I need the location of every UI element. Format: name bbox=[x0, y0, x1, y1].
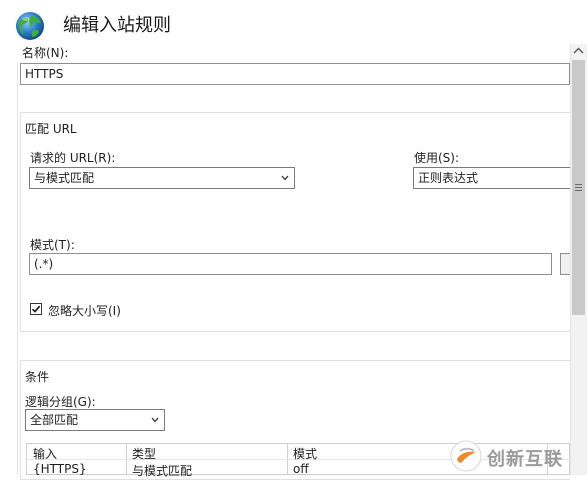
watermark-logo-icon bbox=[450, 440, 482, 472]
test-pattern-button[interactable] bbox=[560, 253, 570, 275]
ignore-case-label: 忽略大小写(I) bbox=[48, 304, 121, 318]
conditions-group-label: 条件 bbox=[25, 370, 50, 384]
scroll-up-arrow-icon[interactable] bbox=[573, 47, 584, 55]
watermark-text: 创新互联 bbox=[487, 449, 563, 470]
globe-icon bbox=[16, 12, 44, 40]
logical-grouping-select[interactable]: 全部匹配 bbox=[25, 409, 165, 431]
using-select[interactable]: 正则表达式 bbox=[413, 167, 570, 189]
name-field[interactable]: HTTPS bbox=[20, 63, 570, 85]
cell-input: {HTTPS} bbox=[33, 462, 87, 476]
match-url-group bbox=[20, 112, 570, 332]
match-url-group-label: 匹配 URL bbox=[25, 122, 77, 136]
pattern-label: 模式(T): bbox=[30, 238, 75, 252]
watermark-logo: 创新互联 bbox=[449, 439, 579, 473]
using-label: 使用(S): bbox=[414, 151, 460, 165]
content-border bbox=[17, 62, 18, 475]
requested-url-value: 与模式匹配 bbox=[34, 171, 95, 185]
page-title: 编辑入站规则 bbox=[63, 15, 171, 36]
chevron-down-icon bbox=[281, 175, 289, 181]
scrollbar-grip bbox=[575, 184, 582, 185]
ignore-case-checkbox[interactable] bbox=[30, 303, 42, 315]
name-label: 名称(N): bbox=[22, 46, 69, 60]
logical-grouping-label: 逻辑分组(G): bbox=[25, 395, 96, 409]
checkmark-icon bbox=[31, 305, 41, 313]
cell-pattern: off bbox=[293, 462, 309, 476]
chevron-down-icon bbox=[151, 417, 159, 423]
using-value: 正则表达式 bbox=[418, 171, 479, 185]
pattern-field[interactable]: (.*) bbox=[29, 253, 552, 275]
requested-url-select[interactable]: 与模式匹配 bbox=[29, 167, 295, 189]
logical-grouping-value: 全部匹配 bbox=[30, 413, 79, 427]
requested-url-label: 请求的 URL(R): bbox=[30, 151, 116, 165]
cell-type: 与模式匹配 bbox=[132, 464, 193, 478]
